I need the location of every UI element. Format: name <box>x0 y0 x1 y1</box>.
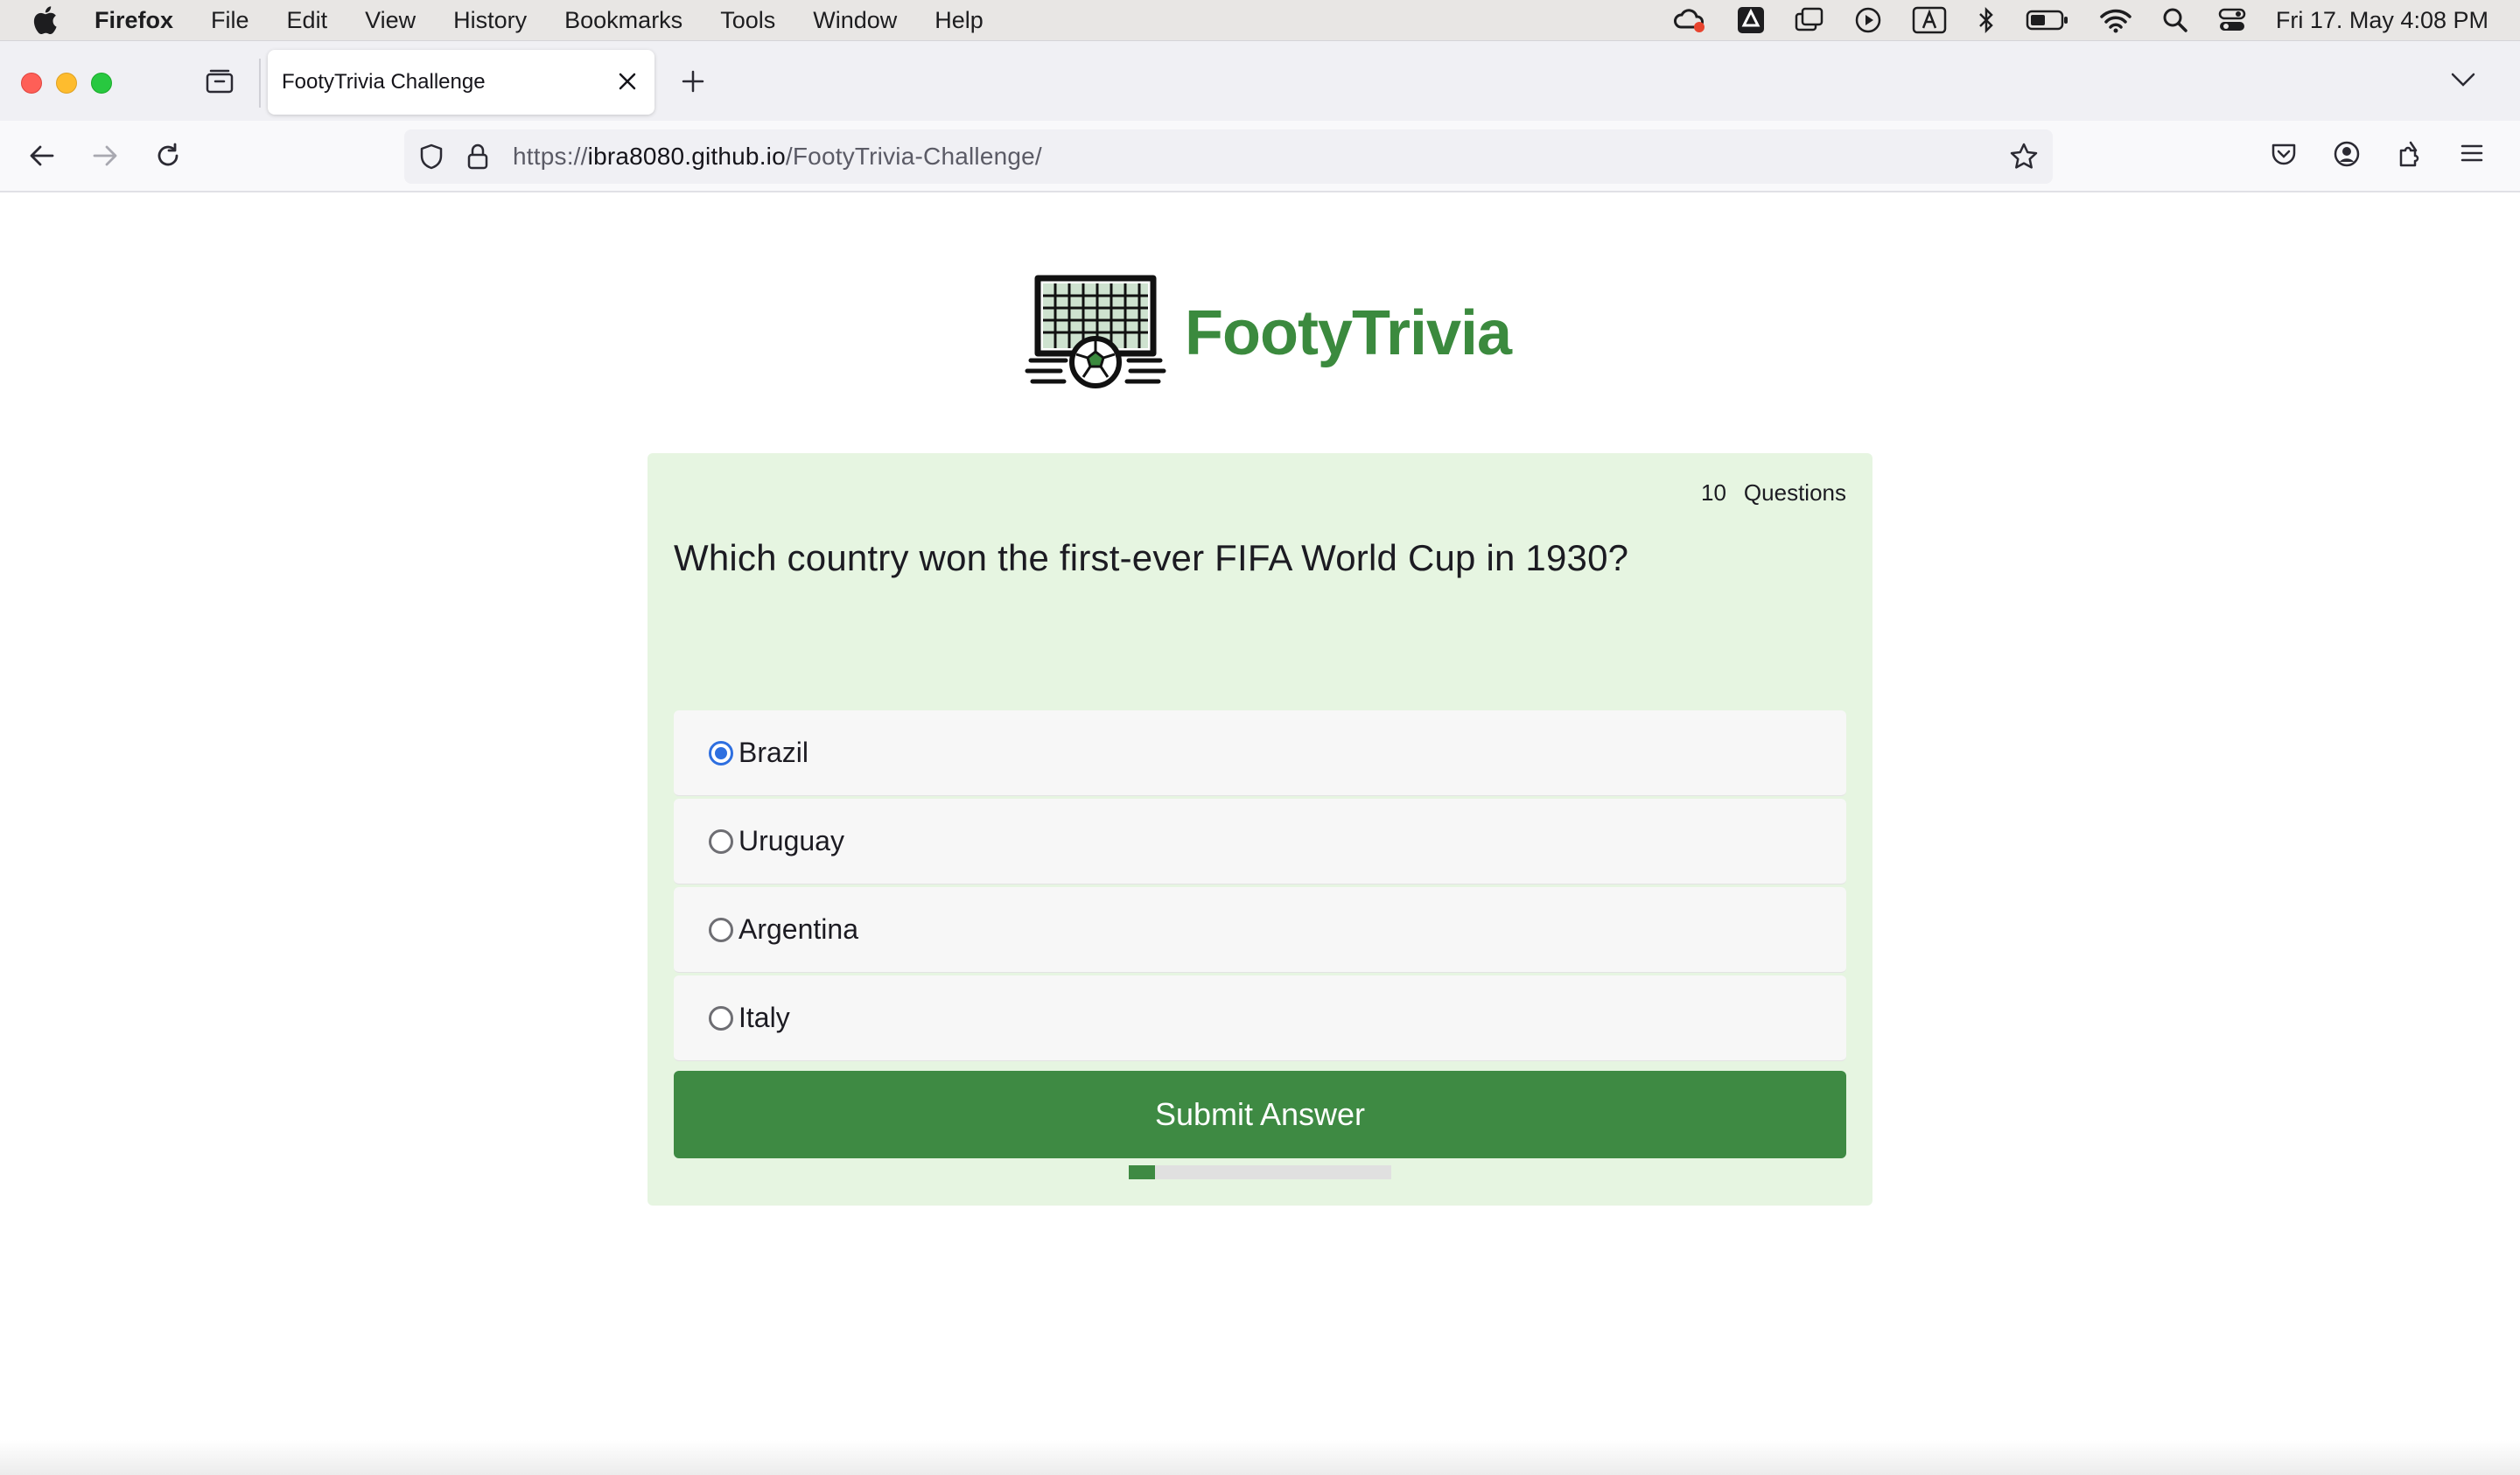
control-center-icon[interactable] <box>2218 7 2246 33</box>
url-host: ibra8080.github.io <box>587 143 786 170</box>
account-icon[interactable] <box>2333 140 2361 172</box>
apple-icon[interactable] <box>32 5 66 35</box>
url-bar[interactable]: https://ibra8080.github.io/FootyTrivia-C… <box>404 129 2053 184</box>
tracking-protection-shield-icon[interactable] <box>418 143 444 175</box>
answer-options: Brazil Uruguay Argentina Italy <box>674 710 1846 1064</box>
answer-option-label: Argentina <box>738 913 858 945</box>
url-path: /FootyTrivia-Challenge/ <box>785 143 1042 170</box>
reload-icon[interactable] <box>154 142 182 174</box>
creative-cloud-icon[interactable] <box>1672 6 1707 34</box>
question-count-label: Questions <box>1743 479 1846 506</box>
battery-icon[interactable] <box>2026 9 2069 31</box>
tab-separator <box>259 59 261 108</box>
windows-overlap-icon[interactable] <box>1795 7 1824 33</box>
hamburger-menu-icon[interactable] <box>2459 140 2485 172</box>
menu-view[interactable]: View <box>365 7 416 34</box>
radio-button[interactable] <box>709 1005 733 1031</box>
menu-tools[interactable]: Tools <box>720 7 775 34</box>
answer-option-label: Uruguay <box>738 825 844 856</box>
window-close-button[interactable] <box>21 73 42 94</box>
play-circle-icon[interactable] <box>1854 6 1882 34</box>
site-logo[interactable]: FootyTrivia <box>1024 273 1512 393</box>
menu-app-firefox[interactable]: Firefox <box>94 7 173 34</box>
page-content: FootyTrivia 10 Questions Which country w… <box>0 192 2520 1475</box>
answer-option-italy[interactable]: Italy <box>674 975 1846 1061</box>
bluetooth-icon[interactable] <box>1977 6 1996 34</box>
brand-name: FootyTrivia <box>1185 297 1512 368</box>
menu-bookmarks[interactable]: Bookmarks <box>564 7 682 34</box>
spotlight-search-icon[interactable] <box>2162 7 2188 33</box>
lock-icon[interactable] <box>466 143 490 175</box>
firefox-view-icon[interactable] <box>205 67 234 100</box>
answer-option-label: Brazil <box>738 737 809 768</box>
answer-option-brazil[interactable]: Brazil <box>674 710 1846 796</box>
quiz-progress-bar <box>1129 1165 1391 1179</box>
quiz-progress-fill <box>1129 1165 1155 1179</box>
quiz-card: 10 Questions Which country won the first… <box>648 453 1872 1206</box>
pocket-icon[interactable] <box>2270 140 2298 172</box>
list-all-tabs-chevron-icon[interactable] <box>2450 71 2476 93</box>
status-area: Fri 17. May 4:08 PM <box>1642 0 2488 40</box>
tab-footytrivia[interactable]: FootyTrivia Challenge <box>268 50 654 115</box>
url-scheme: https:// <box>513 143 588 170</box>
bookmark-star-icon[interactable] <box>2009 142 2039 176</box>
wifi-icon[interactable] <box>2099 7 2132 33</box>
browser-navbar: https://ibra8080.github.io/FootyTrivia-C… <box>0 121 2520 192</box>
input-source-icon[interactable] <box>1912 6 1947 34</box>
menu-help[interactable]: Help <box>934 7 984 34</box>
radio-button[interactable] <box>709 740 733 765</box>
url-text[interactable]: https://ibra8080.github.io/FootyTrivia-C… <box>513 143 1042 171</box>
back-arrow-icon[interactable] <box>28 142 56 174</box>
answer-option-uruguay[interactable]: Uruguay <box>674 799 1846 884</box>
browser-tabbar: FootyTrivia Challenge <box>0 40 2520 121</box>
question-count-number: 10 <box>1701 479 1726 506</box>
window-zoom-button[interactable] <box>91 73 112 94</box>
window-minimize-button[interactable] <box>56 73 77 94</box>
menu-edit[interactable]: Edit <box>287 7 328 34</box>
extensions-puzzle-icon[interactable] <box>2396 140 2424 172</box>
drive-icon[interactable] <box>1737 6 1765 34</box>
tab-title: FootyTrivia Challenge <box>282 70 486 94</box>
menu-history[interactable]: History <box>453 7 527 34</box>
menu-window[interactable]: Window <box>813 7 897 34</box>
macos-menubar: Firefox File Edit View History Bookmarks… <box>0 0 2520 40</box>
question-count: 10 Questions <box>1701 479 1846 507</box>
question-text: Which country won the first-ever FIFA Wo… <box>674 537 1629 578</box>
new-tab-icon[interactable] <box>681 69 705 98</box>
soccer-goal-icon <box>1024 273 1167 393</box>
radio-button[interactable] <box>709 828 733 854</box>
tab-close-icon[interactable] <box>618 72 637 97</box>
answer-option-argentina[interactable]: Argentina <box>674 887 1846 973</box>
radio-button[interactable] <box>709 917 733 942</box>
submit-answer-button[interactable]: Submit Answer <box>674 1071 1846 1158</box>
menubar-clock[interactable]: Fri 17. May 4:08 PM <box>2276 7 2488 34</box>
forward-arrow-icon[interactable] <box>91 142 119 174</box>
menu-file[interactable]: File <box>211 7 249 34</box>
bottom-edge-shadow <box>0 1440 2520 1475</box>
answer-option-label: Italy <box>738 1002 790 1033</box>
